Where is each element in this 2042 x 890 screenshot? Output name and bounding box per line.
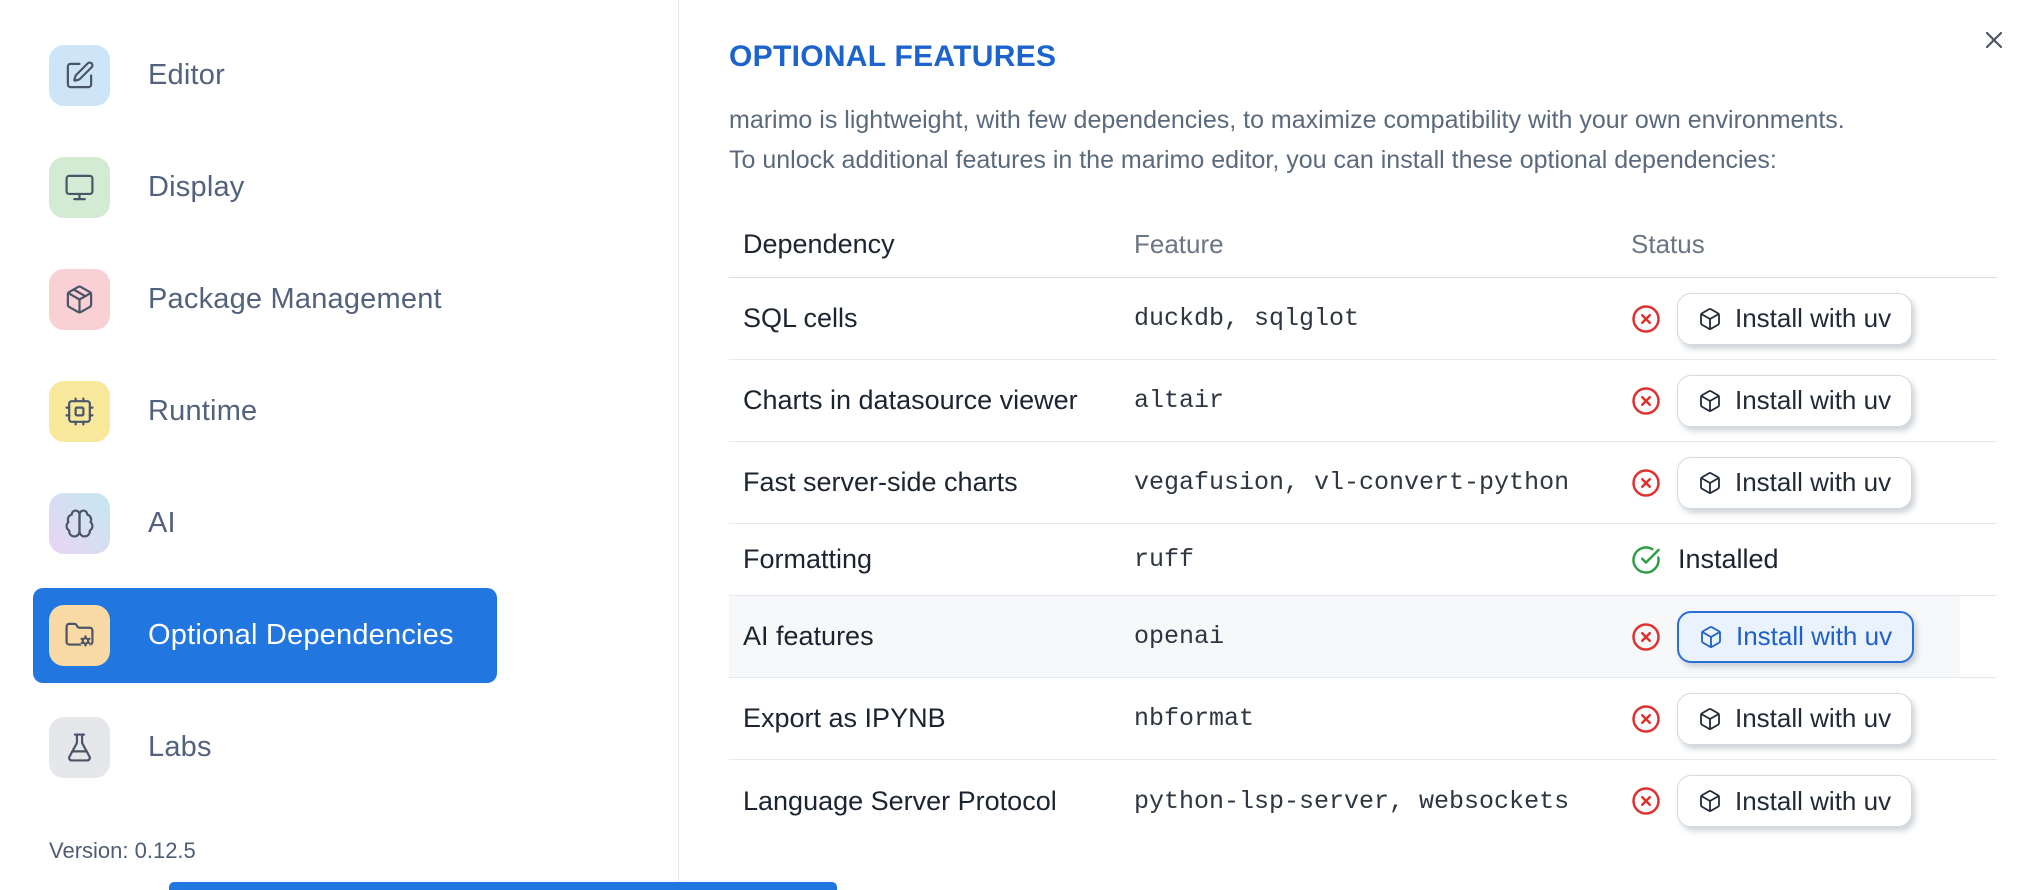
dependency-cell: Charts in datasource viewer [743, 385, 1078, 415]
circle-x-icon [1631, 786, 1661, 816]
sidebar-item-ai[interactable]: AI [33, 476, 497, 571]
table-row: Fast server-side charts vegafusion, vl-c… [729, 442, 1997, 524]
feature-cell: vegafusion, vl-convert-python [1134, 468, 1570, 497]
description-line: To unlock additional features in the mar… [729, 146, 1777, 174]
install-button-label: Install with uv [1735, 385, 1892, 415]
monitor-icon [49, 157, 110, 218]
dependency-cell: Fast server-side charts [743, 467, 1018, 497]
circle-x-icon [1631, 386, 1661, 416]
feature-cell: altair [1134, 386, 1225, 415]
sidebar-item-labs[interactable]: Labs [33, 700, 497, 795]
close-button[interactable] [1976, 22, 2012, 58]
sidebar-item-optional-dependencies[interactable]: Optional Dependencies [33, 588, 497, 683]
circle-x-icon [1631, 468, 1661, 498]
dependencies-table: Dependency Feature Status SQL cells duck… [729, 212, 1997, 842]
install-button-label: Install with uv [1735, 703, 1892, 733]
circle-check-icon [1631, 545, 1661, 575]
circle-x-icon [1631, 704, 1661, 734]
square-pen-icon [49, 45, 110, 106]
install-with-uv-button[interactable]: Install with uv [1677, 775, 1913, 827]
brain-icon [49, 493, 110, 554]
sidebar-item-display[interactable]: Display [33, 140, 497, 235]
feature-cell: python-lsp-server, websockets [1134, 786, 1570, 816]
box-icon [1700, 790, 1720, 812]
folder-cog-icon [49, 605, 110, 666]
version-label: Version: 0.12.5 [49, 838, 196, 863]
table-row: AI features openai Install with uv [729, 596, 1997, 678]
install-with-uv-button[interactable]: Install with uv [1677, 292, 1913, 345]
column-header-dependency: Dependency [743, 229, 895, 259]
circle-x-icon [1631, 622, 1661, 652]
sidebar-item-package-management[interactable]: Package Management [33, 252, 497, 347]
column-header-feature: Feature [1134, 229, 1224, 259]
table-row: Formatting ruff Installed [729, 524, 1997, 596]
close-icon [1985, 31, 2003, 49]
sidebar-item-editor[interactable]: Editor [33, 28, 497, 123]
box-icon [1700, 707, 1720, 730]
sidebar-item-label: Display [148, 171, 245, 203]
dependency-cell: Export as IPYNB [743, 703, 946, 733]
install-button-label: Install with uv [1735, 785, 1892, 816]
dependency-cell: Formatting [743, 544, 873, 574]
table-row: Language Server Protocol python-lsp-serv… [729, 760, 1997, 842]
table-row: Export as IPYNB nbformat Install with uv [729, 678, 1997, 760]
table-row: Charts in datasource viewer altair Insta… [729, 360, 1997, 442]
circle-x-icon [1631, 304, 1661, 334]
table-header-row: Dependency Feature Status [729, 212, 1997, 278]
sidebar-item-label: Optional Dependencies [148, 619, 454, 651]
description-line: marimo is lightweight, with few dependen… [729, 106, 1845, 134]
save-button-edge[interactable] [169, 882, 837, 890]
install-with-uv-button[interactable]: Install with uv [1677, 456, 1913, 509]
install-button-label: Install with uv [1736, 621, 1893, 651]
box-icon [1700, 389, 1720, 412]
dependency-cell: AI features [743, 621, 874, 651]
package-icon [49, 269, 110, 330]
flask-icon [49, 717, 110, 778]
table-row: SQL cells duckdb, sqlglot Install with u… [729, 278, 1997, 360]
install-with-uv-button[interactable]: Install with uv [1677, 374, 1913, 427]
sidebar-item-label: Editor [148, 59, 225, 91]
install-button-label: Install with uv [1735, 303, 1892, 333]
dependency-cell: Language Server Protocol [743, 785, 1057, 816]
feature-cell: duckdb, sqlglot [1134, 304, 1360, 333]
install-with-uv-button[interactable]: Install with uv [1677, 610, 1915, 663]
box-icon [1700, 471, 1720, 494]
feature-cell: openai [1134, 622, 1225, 651]
panel-description: marimo is lightweight, with few dependen… [729, 100, 1997, 180]
box-icon [1700, 307, 1720, 330]
cpu-icon [49, 381, 110, 442]
sidebar-item-label: Labs [148, 731, 212, 763]
column-header-status: Status [1631, 229, 1705, 259]
sidebar-item-runtime[interactable]: Runtime [33, 364, 497, 459]
installed-status-label: Installed [1678, 544, 1779, 574]
install-with-uv-button[interactable]: Install with uv [1677, 692, 1913, 745]
sidebar-item-label: Runtime [148, 395, 258, 427]
install-button-label: Install with uv [1735, 467, 1892, 497]
sidebar-item-label: Package Management [148, 283, 442, 315]
box-icon [1701, 625, 1721, 648]
feature-cell: ruff [1134, 545, 1195, 574]
sidebar-item-label: AI [148, 507, 176, 539]
page-title: OPTIONAL FEATURES [729, 40, 1057, 73]
settings-sidebar: Editor Display Package Management Runtim… [0, 0, 679, 890]
optional-features-panel: OPTIONAL FEATURES marimo is lightweight,… [679, 0, 2042, 890]
dependency-cell: SQL cells [743, 303, 858, 333]
feature-cell: nbformat [1134, 704, 1255, 733]
